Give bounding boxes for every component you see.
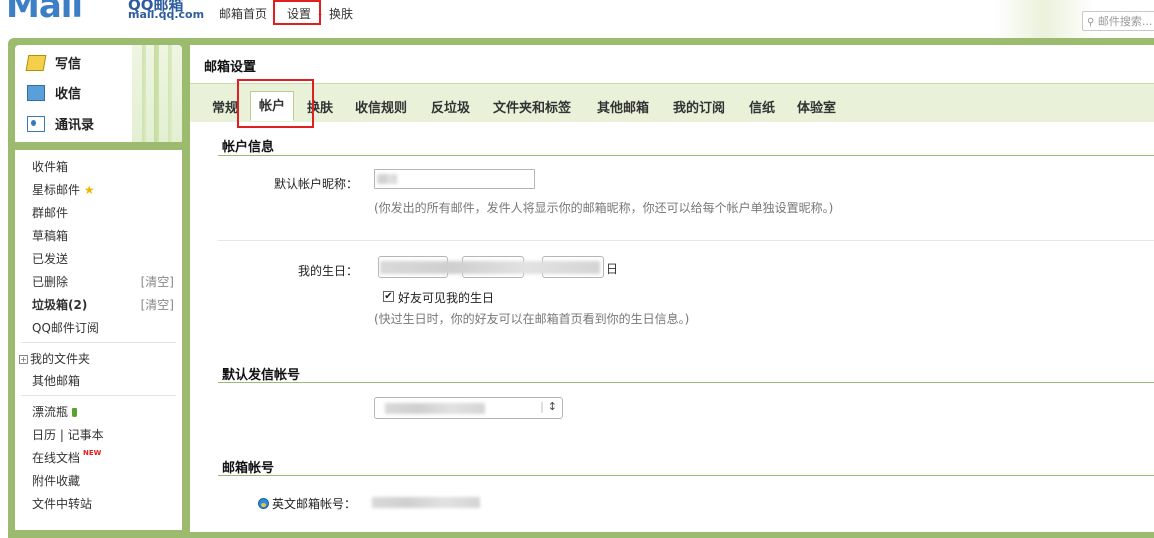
tab-other-mailboxes[interactable]: 其他邮箱 xyxy=(597,97,649,116)
section-underline xyxy=(218,155,1154,156)
pencil-paper-icon xyxy=(25,54,47,71)
account-tab-highlight-box xyxy=(237,79,314,128)
tab-stationery[interactable]: 信纸 xyxy=(749,97,775,116)
app-drift-bottle[interactable]: 漂流瓶 xyxy=(32,403,78,420)
bottle-icon xyxy=(72,408,78,417)
folder-drafts[interactable]: 草稿箱 xyxy=(32,227,68,244)
nickname-input[interactable] xyxy=(374,169,535,189)
search-placeholder: 邮件搜索... xyxy=(1097,15,1153,28)
qq-mail-logo[interactable]: Mail xyxy=(6,0,83,26)
english-account-label-text: 英文邮箱帐号： xyxy=(272,497,357,511)
tab-anti-spam[interactable]: 反垃圾 xyxy=(431,97,470,116)
section-default-sender: 默认发信帐号 xyxy=(222,368,301,383)
section-underline xyxy=(218,475,1154,476)
divider xyxy=(21,342,176,343)
birthday-visible-checkbox[interactable]: ✔ xyxy=(383,291,394,302)
section-underline xyxy=(218,382,1154,383)
redacted-english-account xyxy=(372,497,480,508)
tab-labs[interactable]: 体验室 xyxy=(797,97,836,116)
compose-button[interactable]: 写信 xyxy=(25,53,82,72)
tab-receive-rules[interactable]: 收信规则 xyxy=(355,97,407,116)
clear-spam-link[interactable]: [清空] xyxy=(141,296,174,313)
folder-group-mail[interactable]: 群邮件 xyxy=(32,204,68,221)
nickname-hint: (你发出的所有邮件，发件人将显示你的邮箱昵称，你还可以给每个帐户单独设置昵称。) xyxy=(374,201,834,215)
new-badge: NEW xyxy=(83,449,102,457)
tab-general[interactable]: 常规 xyxy=(212,97,238,116)
tab-subscriptions[interactable]: 我的订阅 xyxy=(673,97,725,116)
nickname-label: 默认帐户昵称： xyxy=(273,177,358,191)
bamboo-decoration xyxy=(132,45,182,142)
birthday-visible-label: 好友可见我的生日 xyxy=(398,291,495,305)
online-docs-label: 在线文档 xyxy=(32,451,81,465)
settings-highlight-box xyxy=(273,0,321,25)
folder-starred-label: 星标邮件 xyxy=(32,183,81,197)
folder-list: 收件箱 星标邮件 ★ 群邮件 草稿箱 已发送 已删除 [清空] 垃圾箱(2) [… xyxy=(15,150,182,530)
section-mail-account: 邮箱帐号 xyxy=(222,461,275,476)
contact-card-icon xyxy=(27,115,45,132)
clear-deleted-link[interactable]: [清空] xyxy=(141,273,174,290)
inbox-download-icon xyxy=(27,84,45,101)
page-title: 邮箱设置 xyxy=(204,60,257,75)
app-online-docs[interactable]: 在线文档 NEW xyxy=(32,449,101,466)
folder-deleted[interactable]: 已删除 xyxy=(32,273,68,290)
mail-search-input[interactable]: ⚲ 邮件搜索... xyxy=(1082,11,1154,31)
other-mailboxes[interactable]: 其他邮箱 xyxy=(32,372,80,389)
redacted-birthday xyxy=(380,261,600,274)
header-bamboo-decoration xyxy=(994,0,1094,38)
brand-url: mail.qq.com xyxy=(128,8,205,21)
contacts-label: 通讯录 xyxy=(55,118,95,133)
expand-plus-icon: + xyxy=(19,355,28,364)
folder-sent[interactable]: 已发送 xyxy=(32,250,68,267)
receive-label: 收信 xyxy=(55,87,82,102)
contacts-button[interactable]: 通讯录 xyxy=(27,114,94,133)
app-calendar-notes[interactable]: 日历 | 记事本 xyxy=(32,426,104,443)
folder-spam[interactable]: 垃圾箱(2) xyxy=(32,296,87,313)
my-folders-toggle[interactable]: + 我的文件夹 xyxy=(19,350,90,367)
settings-tabs: 常规 帐户 换肤 收信规则 反垃圾 文件夹和标签 其他邮箱 我的订阅 信纸 体验… xyxy=(190,83,1154,123)
birthday-hint: (快过生日时，你的好友可以在邮箱首页看到你的生日信息。) xyxy=(374,312,690,326)
nav-home-link[interactable]: 邮箱首页 xyxy=(219,5,267,22)
english-account-label: 英文邮箱帐号： xyxy=(258,495,356,512)
app-file-transfer[interactable]: 文件中转站 xyxy=(32,495,92,512)
redacted-nickname xyxy=(377,174,397,184)
quick-actions-panel: 写信 收信 通讯录 xyxy=(15,45,182,142)
nav-skin-link[interactable]: 换肤 xyxy=(329,5,353,22)
left-sidebar: 写信 收信 通讯录 收件箱 星标邮件 ★ 群邮件 草稿箱 已发送 已删除 [清空… xyxy=(15,45,182,530)
divider xyxy=(218,240,1154,241)
account-settings-content: 帐户信息 默认帐户昵称： (你发出的所有邮件，发件人将显示你的邮箱昵称，你还可以… xyxy=(190,122,1154,532)
drift-bottle-label: 漂流瓶 xyxy=(32,405,69,419)
compose-label: 写信 xyxy=(55,57,82,72)
folder-inbox[interactable]: 收件箱 xyxy=(32,158,68,175)
folder-starred[interactable]: 星标邮件 ★ xyxy=(32,181,95,198)
settings-main-panel: 邮箱设置 常规 帐户 换肤 收信规则 反垃圾 文件夹和标签 其他邮箱 我的订阅 … xyxy=(190,45,1154,532)
divider xyxy=(21,395,176,396)
tab-folders-labels[interactable]: 文件夹和标签 xyxy=(493,97,571,116)
day-unit-label: 日 xyxy=(606,262,619,276)
birthday-label: 我的生日： xyxy=(297,264,358,278)
section-account-info: 帐户信息 xyxy=(222,140,275,155)
star-icon: ★ xyxy=(83,183,95,197)
top-header: Mail QQ邮箱 mail.qq.com 邮箱首页 - 设置 - 换肤 ⚲ 邮… xyxy=(0,0,1154,38)
search-icon: ⚲ xyxy=(1087,17,1095,28)
select-arrows-icon: ↕ xyxy=(540,400,557,413)
logo-text: Mail xyxy=(6,0,83,26)
qq-penguin-icon xyxy=(258,498,269,509)
redacted-sender xyxy=(385,403,485,414)
receive-button[interactable]: 收信 xyxy=(27,83,81,102)
default-sender-select[interactable]: ↕ xyxy=(374,397,563,419)
my-folders-label: 我的文件夹 xyxy=(30,352,91,366)
folder-subscriptions[interactable]: QQ邮件订阅 xyxy=(32,319,99,336)
app-attachment-favorites[interactable]: 附件收藏 xyxy=(32,472,80,489)
